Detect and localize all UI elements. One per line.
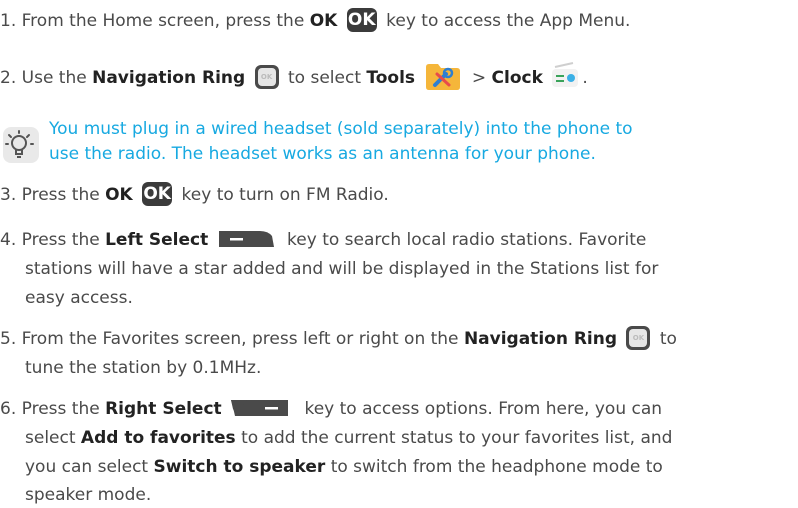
step-bold: OK: [105, 185, 133, 205]
step-6-line-3: you can select Switch to speaker to swit…: [25, 455, 663, 479]
step-text: to select: [288, 68, 361, 88]
step-text: key to turn on FM Radio.: [181, 185, 389, 205]
step-text: to switch from the headphone mode to: [330, 457, 663, 477]
step-number: 6.: [0, 399, 17, 419]
step-text: key to access options. From here, you ca…: [304, 399, 663, 419]
step-bold: Tools: [366, 68, 416, 88]
step-text: From the Favorites screen, press left or…: [21, 329, 459, 349]
step-3: 3. Press the OK OK key to turn on FM Rad…: [0, 182, 389, 207]
step-5: 5. From the Favorites screen, press left…: [0, 326, 677, 351]
step-6-line-2: select Add to favorites to add the curre…: [25, 426, 672, 450]
step-text: Use the: [21, 68, 87, 88]
radio-icon: [552, 62, 579, 87]
step-4-line-3: easy access.: [25, 288, 133, 308]
ok-key-icon: OK: [346, 8, 377, 32]
ok-key-icon: OK: [142, 182, 173, 206]
step-text: key to access the App Menu.: [386, 11, 631, 31]
step-text: key to search local radio stations. Favo…: [287, 230, 647, 250]
step-bold: Add to favorites: [80, 428, 236, 448]
right-select-key-icon: [231, 400, 289, 416]
breadcrumb-separator: >: [471, 68, 487, 88]
step-bold: Clock: [491, 68, 543, 88]
navigation-ring-label: OK: [257, 68, 276, 86]
instruction-page: 1. From the Home screen, press the OK OK…: [0, 0, 798, 508]
step-5-line-2: tune the station by 0.1MHz.: [25, 358, 262, 378]
step-number: 2.: [0, 68, 17, 88]
note-line-1: You must plug in a wired headset (sold s…: [49, 119, 633, 139]
step-text: From the Home screen, press the: [21, 11, 305, 31]
step-text: Press the: [21, 185, 100, 205]
step-text: .: [582, 68, 588, 88]
step-1: 1. From the Home screen, press the OK OK…: [0, 8, 631, 33]
step-6-line-4: speaker mode.: [25, 485, 152, 505]
step-bold: OK: [309, 11, 338, 31]
left-select-key-icon: [218, 231, 274, 247]
step-bold: Navigation Ring: [463, 329, 618, 349]
step-number: 4.: [0, 230, 17, 250]
step-text: you can select: [25, 457, 149, 477]
step-4: 4. Press the Left Select key to search l…: [0, 228, 646, 252]
step-4-line-2: stations will have a star added and will…: [25, 259, 659, 279]
step-2: 2. Use the Navigation Ring OK to select …: [0, 62, 588, 90]
step-bold: Left Select: [105, 230, 209, 250]
lightbulb-icon: [3, 127, 39, 163]
navigation-ring-icon: OK: [254, 65, 279, 89]
step-6: 6. Press the Right Select key to access …: [0, 397, 662, 421]
step-text: to: [659, 329, 677, 349]
tools-icon: [426, 64, 461, 90]
navigation-ring-label: OK: [629, 329, 648, 347]
navigation-ring-icon: OK: [626, 326, 651, 350]
step-number: 5.: [0, 329, 17, 349]
step-bold: Right Select: [105, 399, 222, 419]
note-line-2: use the radio. The headset works as an a…: [49, 144, 596, 164]
step-text: to add the current status to your favori…: [241, 428, 673, 448]
step-number: 1.: [0, 11, 17, 31]
step-number: 3.: [0, 185, 17, 205]
step-bold: Switch to speaker: [153, 457, 326, 477]
step-text: select: [25, 428, 76, 448]
step-text: Press the: [21, 399, 100, 419]
step-bold: Navigation Ring: [92, 68, 246, 88]
step-text: Press the: [21, 230, 100, 250]
